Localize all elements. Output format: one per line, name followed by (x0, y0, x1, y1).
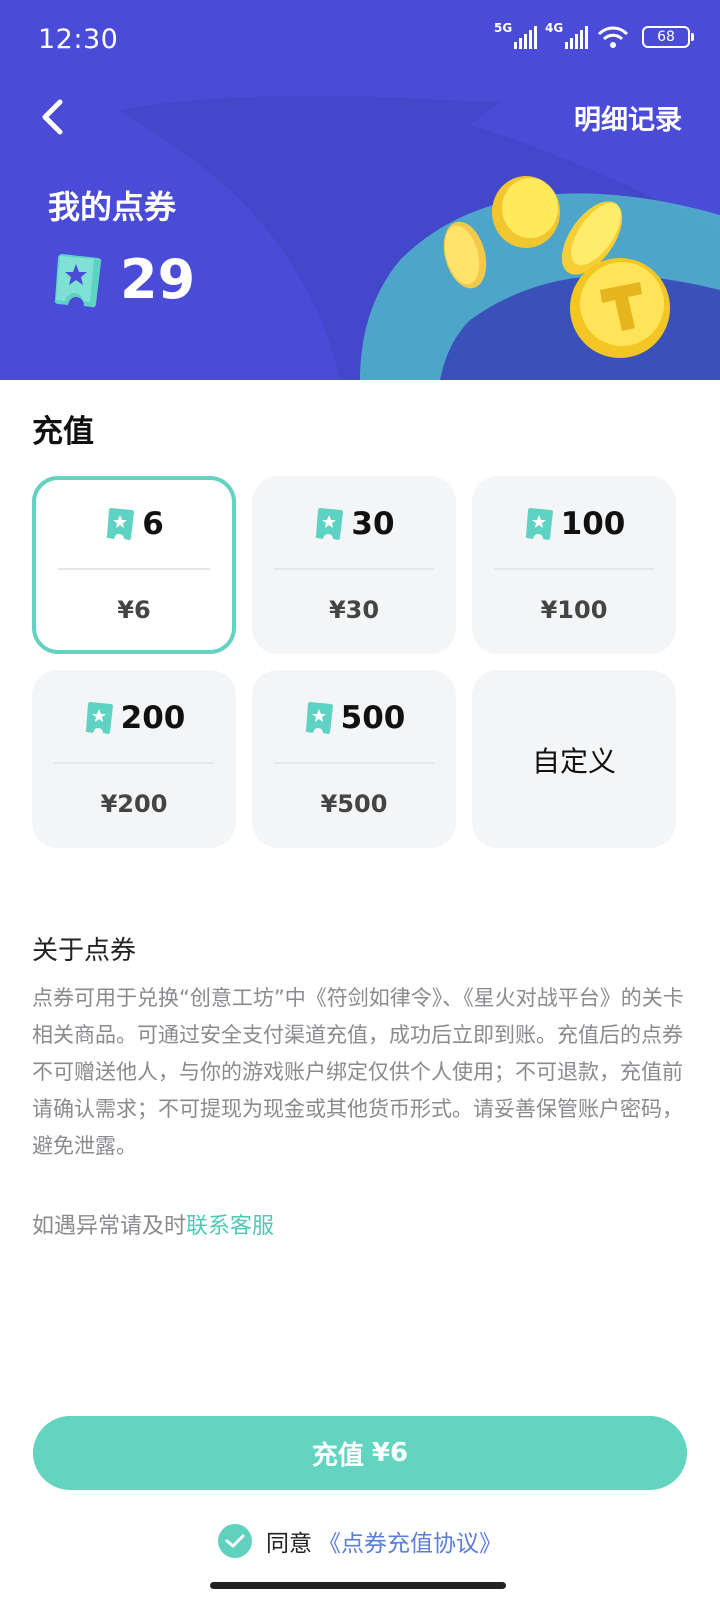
pay-button-amount: ¥6 (371, 1438, 409, 1468)
option-amount: 6 (142, 506, 164, 542)
option-price: ¥100 (540, 596, 608, 624)
option-amount: 30 (351, 506, 395, 542)
status-icons: 5G 4G 68 (494, 21, 694, 50)
pay-button-label: 充值 (311, 1440, 364, 1471)
custom-amount-label: 自定义 (531, 745, 616, 778)
option-price: ¥200 (100, 790, 168, 818)
divider (494, 568, 654, 570)
contact-line: 如遇异常请及时联系客服 (32, 1208, 274, 1240)
option-amount: 100 (560, 506, 626, 542)
ticket-star-icon (85, 702, 113, 734)
home-indicator[interactable] (210, 1582, 506, 1589)
signal-5g-icon: 5G (494, 21, 537, 49)
wifi-icon (597, 26, 629, 48)
option-amount: 500 (340, 700, 406, 736)
balance-title: 我的点券 (48, 188, 177, 226)
recharge-option-500[interactable]: 500 ¥500 (252, 670, 456, 848)
status-time: 12:30 (38, 24, 119, 55)
recharge-options-grid: 6 ¥6 30 ¥30 100 ¥100 200 ¥200 500 ¥500 自… (32, 476, 688, 854)
back-button[interactable] (30, 92, 74, 142)
status-bar: 12:30 5G 4G 68 (0, 0, 720, 80)
recharge-pay-button[interactable]: 充值 ¥6 (33, 1416, 687, 1490)
recharge-section-title: 充值 (32, 414, 94, 450)
coins-illustration (443, 176, 670, 358)
ticket-star-icon (316, 508, 344, 540)
option-price: ¥500 (320, 790, 388, 818)
battery-icon: 68 (642, 26, 694, 48)
divider (274, 568, 434, 570)
details-record-link[interactable]: 明细记录 (574, 98, 682, 137)
agreement-link[interactable]: 《点券充值协议》 (318, 1524, 502, 1558)
contact-prefix: 如遇异常请及时 (32, 1214, 187, 1239)
divider (58, 568, 210, 570)
recharge-option-200[interactable]: 200 ¥200 (32, 670, 236, 848)
option-amount: 200 (120, 700, 186, 736)
network-type-2: 4G (545, 21, 564, 35)
about-description: 点券可用于兑换“创意工坊”中《符剑如律令》、《星火对战平台》的关卡相关商品。可通… (32, 986, 684, 1158)
option-price: ¥6 (117, 596, 151, 624)
option-price: ¥30 (328, 596, 380, 624)
contact-support-link[interactable]: 联系客服 (186, 1214, 274, 1239)
ticket-star-icon (106, 508, 135, 540)
ticket-star-icon (525, 508, 553, 540)
about-section-title: 关于点券 (32, 936, 137, 966)
checkmark-icon (225, 1534, 245, 1548)
balance-value: 29 (120, 248, 196, 311)
ticket-star-icon (54, 253, 102, 307)
divider (274, 762, 434, 764)
header-banner: 12:30 5G 4G 68 明细记录 我的点券 29 (0, 0, 720, 380)
ticket-star-icon (305, 702, 333, 734)
agreement-row: 同意 《点券充值协议》 (0, 1524, 720, 1558)
recharge-option-30[interactable]: 30 ¥30 (252, 476, 456, 654)
recharge-option-6[interactable]: 6 ¥6 (32, 476, 236, 654)
divider (54, 762, 214, 764)
network-type-1: 5G (494, 21, 513, 35)
recharge-option-custom[interactable]: 自定义 (472, 670, 676, 848)
balance-row: 29 (50, 248, 195, 311)
signal-4g-icon: 4G (545, 21, 588, 49)
agree-checkbox[interactable] (218, 1524, 252, 1558)
agree-label: 同意 (266, 1531, 312, 1557)
chevron-left-icon (42, 99, 63, 135)
recharge-option-100[interactable]: 100 ¥100 (472, 476, 676, 654)
